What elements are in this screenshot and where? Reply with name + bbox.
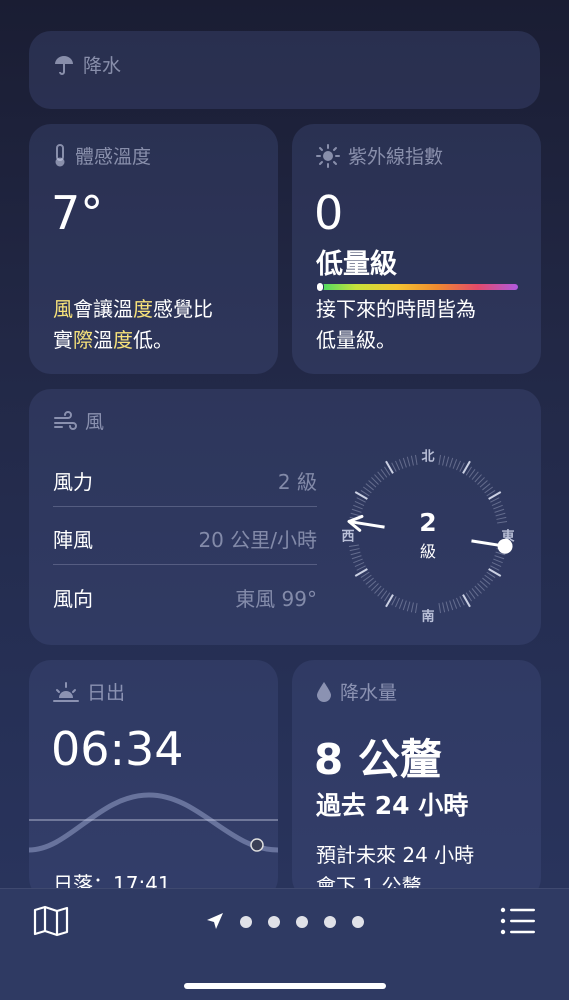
uv-description: 接下來的時間皆為 低量級。: [316, 294, 536, 356]
page-dot[interactable]: [240, 916, 252, 928]
wind-separator-1: [53, 506, 317, 507]
page-dot[interactable]: [296, 916, 308, 928]
wind-gust-label: 陣風: [53, 528, 93, 552]
rainfall-period: 過去 24 小時: [316, 791, 469, 820]
rainfall-header: 降水量: [316, 678, 397, 705]
thermometer-icon: [53, 143, 67, 168]
rainfall-desc-line1: 預計未來 24 小時: [316, 843, 475, 867]
desc-text-1: 會讓溫: [73, 297, 133, 321]
sun-path-graph: [29, 792, 278, 853]
wind-force-label: 風力: [53, 470, 93, 494]
page-dot[interactable]: [352, 916, 364, 928]
wind-compass: 北 南 東 西 2 級: [340, 446, 516, 625]
desc-hl-3: 際: [73, 328, 93, 352]
wind-header: 風: [53, 407, 104, 434]
wind-force-value: 2 級: [277, 470, 317, 494]
uv-value: 0: [314, 186, 344, 240]
desc-text-2: 感覺比: [153, 297, 213, 321]
desc-text-3: 實: [53, 328, 73, 352]
home-indicator[interactable]: [184, 983, 386, 989]
uv-scale-bar: [316, 282, 518, 292]
wind-direction-arrow: [347, 514, 513, 554]
wind-card[interactable]: 風 風力 2 級 陣風 20 公里/小時 風向 東風 99° 北 南 東 西 2…: [29, 389, 541, 645]
desc-text-4: 溫: [93, 328, 113, 352]
uv-desc-line1: 接下來的時間皆為: [316, 297, 476, 321]
wind-direction-label: 風向: [53, 587, 93, 611]
wind-title: 風: [85, 411, 105, 433]
uv-level: 低量級: [316, 249, 397, 280]
sunrise-header: 日出: [53, 678, 125, 705]
precipitation-title: 降水: [83, 55, 122, 77]
wind-arrow-tail: [497, 538, 513, 554]
feels-like-title: 體感溫度: [75, 146, 152, 168]
uv-desc-line2: 低量級。: [316, 328, 396, 352]
sunrise-icon: [53, 681, 79, 703]
page-dot[interactable]: [324, 916, 336, 928]
desc-text-5: 低。: [133, 328, 173, 352]
rainfall-value: 8 公釐: [314, 735, 442, 784]
sunrise-card[interactable]: 日出 06:34 日落：17:41: [29, 660, 278, 900]
feels-like-value: 7°: [51, 186, 104, 240]
rainfall-title: 降水量: [340, 682, 398, 704]
desc-hl-4: 度: [113, 328, 133, 352]
wind-gust-value: 20 公里/小時: [198, 528, 317, 552]
wind-icon: [53, 410, 77, 431]
rainfall-card[interactable]: 降水量 8 公釐 過去 24 小時 預計未來 24 小時 會下 1 公釐。: [292, 660, 541, 900]
wind-direction-value: 東風 99°: [235, 587, 317, 611]
sun-icon: [316, 143, 340, 168]
feels-like-card[interactable]: 體感溫度 7° 風會讓溫度感覺比 實際溫度低。: [29, 124, 278, 374]
sunrise-time: 06:34: [51, 722, 184, 776]
umbrella-icon: [53, 54, 75, 76]
sun-position-marker: [250, 838, 264, 852]
raindrop-icon: [316, 681, 332, 703]
feels-like-header: 體感溫度: [53, 142, 151, 169]
page-dot[interactable]: [268, 916, 280, 928]
desc-hl-2: 度: [133, 297, 153, 321]
wind-separator-2: [53, 564, 317, 565]
uv-title: 紫外線指數: [348, 146, 444, 168]
uv-level-marker: [316, 282, 324, 292]
sunrise-title: 日出: [87, 682, 126, 704]
desc-hl-1: 風: [53, 297, 73, 321]
precipitation-card[interactable]: 降水: [29, 31, 540, 109]
uv-index-card[interactable]: 紫外線指數 0 低量級 接下來的時間皆為 低量級。: [292, 124, 541, 374]
uv-header: 紫外線指數: [316, 142, 443, 169]
list-icon[interactable]: [500, 906, 536, 940]
map-icon[interactable]: [33, 905, 69, 941]
feels-like-description: 風會讓溫度感覺比 實際溫度低。: [53, 294, 273, 356]
location-arrow-icon[interactable]: [205, 911, 225, 935]
precipitation-header: 降水: [53, 51, 121, 78]
